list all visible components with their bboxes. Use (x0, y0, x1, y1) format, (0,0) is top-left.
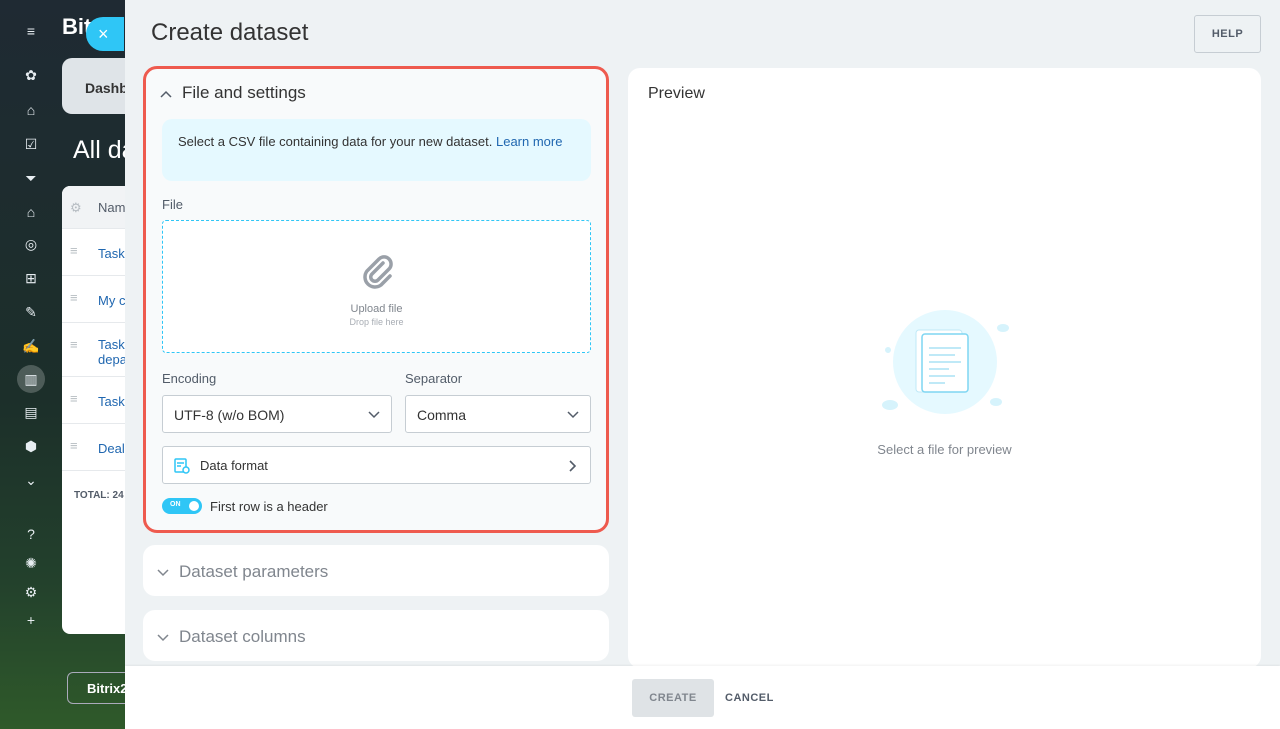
toggle-knob (189, 501, 199, 511)
toggle-state: ON (170, 501, 181, 508)
feed-icon[interactable]: ✿ (21, 65, 41, 85)
more-icon[interactable]: ⌄ (21, 470, 41, 490)
network-icon[interactable]: ✺ (21, 553, 41, 573)
cancel-button[interactable]: CANCEL (725, 679, 774, 717)
file-settings-section: File and settings Select a CSV file cont… (143, 66, 609, 533)
dataset-parameters-section[interactable]: Dataset parameters (143, 545, 609, 596)
chevron-down-icon (567, 411, 579, 419)
preview-title: Preview (648, 85, 705, 102)
close-slider-button[interactable]: × (86, 17, 124, 51)
first-row-header-toggle[interactable]: ON (162, 498, 202, 514)
left-menu-bar: ≡ ✿ ⌂ ☑ ⏷ ⌂ ◎ ⊞ ✎ ✍ ▥ ▤ ⬢ ⌄ ? ✺ ⚙ + (0, 0, 62, 729)
chevron-down-icon (368, 411, 380, 419)
footer-bar: CREATE CANCEL (125, 666, 1280, 729)
chevron-up-icon[interactable] (160, 87, 174, 101)
chevron-down-icon (157, 631, 171, 645)
chevron-down-icon (157, 566, 171, 580)
paperclip-icon (363, 255, 393, 289)
info-box: Select a CSV file containing data for yo… (162, 119, 591, 181)
learn-more-link[interactable]: Learn more (496, 134, 562, 149)
grid-total: TOTAL: 24 (74, 490, 124, 501)
contact-card-icon[interactable]: ▤ (21, 402, 41, 422)
row-menu-icon[interactable]: ≡ (70, 243, 78, 258)
document-preview-illustration-icon (882, 310, 1009, 414)
file-drop-zone[interactable]: Upload file Drop file here (162, 220, 591, 353)
dataset-parameters-title: Dataset parameters (179, 562, 329, 581)
help-button[interactable]: HELP (1194, 15, 1261, 53)
separator-label: Separator (405, 371, 463, 386)
settings-gear-icon[interactable]: ⚙ (21, 582, 41, 602)
add-plus-icon[interactable]: + (21, 610, 41, 630)
dataset-columns-title: Dataset columns (179, 627, 306, 646)
encoding-select[interactable]: UTF-8 (w/o BOM) (162, 395, 392, 433)
data-format-row[interactable]: Data format (162, 446, 591, 484)
encoding-value: UTF-8 (w/o BOM) (174, 407, 285, 423)
menu-hamburger-icon[interactable]: ≡ (21, 21, 41, 41)
dataset-columns-section[interactable]: Dataset columns (143, 610, 609, 661)
cart-icon[interactable]: ⊞ (21, 268, 41, 288)
grid-header-name: Nam (98, 200, 126, 215)
separator-select[interactable]: Comma (405, 395, 591, 433)
create-dataset-slider: Create dataset HELP File and settings Se… (125, 0, 1280, 729)
chevron-right-icon (569, 460, 577, 472)
box-icon[interactable]: ⬢ (21, 436, 41, 456)
upload-file-text: Upload file (350, 303, 403, 315)
grid-settings-icon[interactable]: ⚙ (70, 200, 82, 216)
info-text: Select a CSV file containing data for yo… (178, 134, 493, 149)
tasks-icon[interactable]: ☑ (21, 134, 41, 154)
robot-icon[interactable]: ⌂ (21, 100, 41, 120)
file-label: File (162, 197, 183, 212)
bank-icon[interactable]: ⌂ (21, 202, 41, 222)
filter-icon[interactable]: ⏷ (21, 168, 41, 188)
row-menu-icon[interactable]: ≡ (70, 391, 78, 406)
analytics-icon[interactable]: ▥ (17, 365, 45, 393)
data-format-icon (174, 458, 190, 474)
help-circle-icon[interactable]: ? (21, 524, 41, 544)
row-menu-icon[interactable]: ≡ (70, 438, 78, 453)
row-menu-icon[interactable]: ≡ (70, 337, 78, 352)
data-format-label: Data format (200, 458, 268, 473)
close-icon[interactable]: × (98, 24, 109, 44)
first-row-header-label: First row is a header (210, 499, 328, 514)
separator-value: Comma (417, 407, 467, 423)
row-menu-icon[interactable]: ≡ (70, 290, 78, 305)
drop-file-text: Drop file here (349, 317, 404, 327)
target-icon[interactable]: ◎ (21, 234, 41, 254)
file-settings-header[interactable]: File and settings (160, 83, 306, 103)
page-title: Create dataset (151, 19, 309, 46)
file-settings-title: File and settings (182, 83, 306, 102)
encoding-label: Encoding (162, 371, 217, 386)
preview-panel: Preview Select a file for preview (628, 68, 1261, 668)
preview-empty-text: Select a file for preview (877, 442, 1012, 457)
document-icon[interactable]: ✎ (21, 302, 41, 322)
create-button[interactable]: CREATE (632, 679, 714, 717)
sign-icon[interactable]: ✍ (21, 336, 41, 356)
